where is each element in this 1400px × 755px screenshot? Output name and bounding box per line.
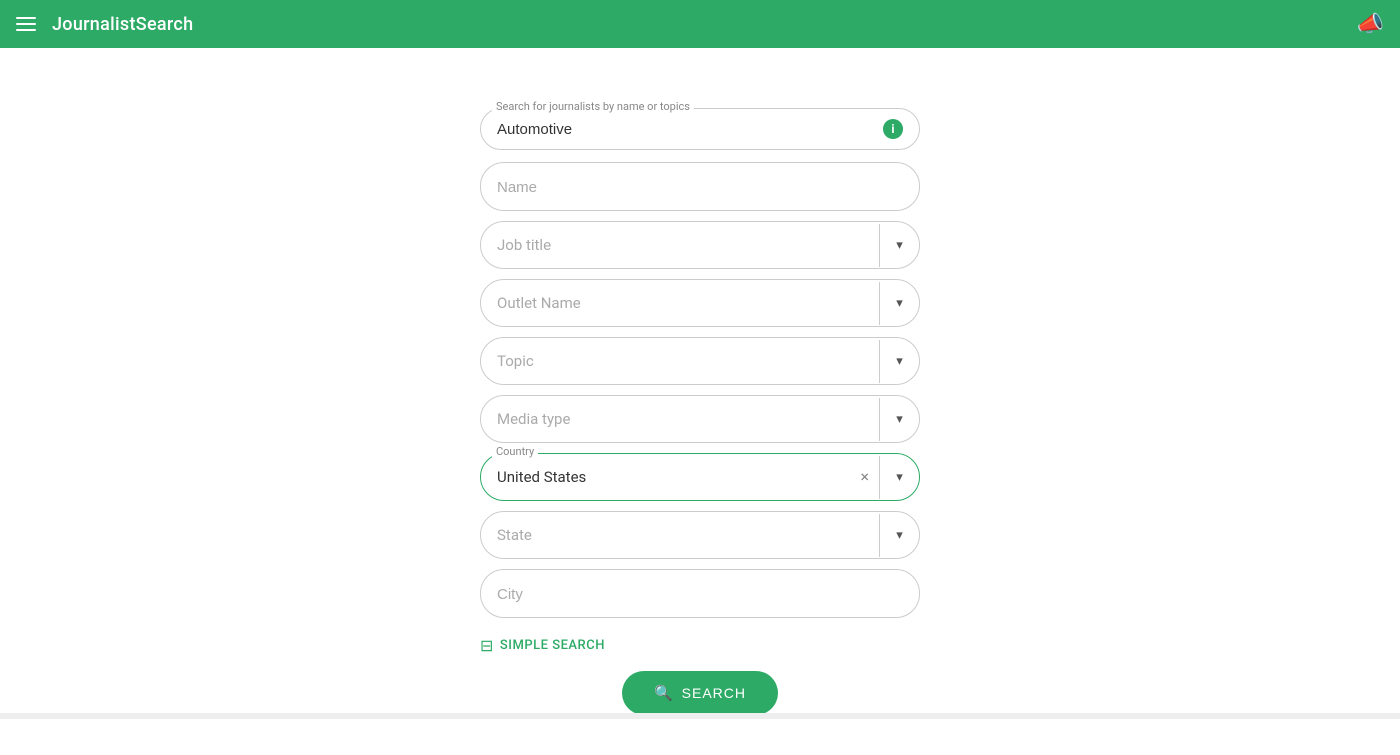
outlet-name-dropdown[interactable]: Outlet Name ▾	[480, 279, 920, 327]
country-wrapper: United States × ▾	[480, 453, 920, 501]
job-title-label: Job title	[481, 222, 879, 268]
simple-search-label: SIMPLE SEARCH	[500, 638, 605, 653]
search-field-label: Search for journalists by name or topics	[492, 100, 694, 113]
search-button[interactable]: 🔍 SEARCH	[622, 671, 778, 715]
app-title: JournalistSearch	[52, 14, 193, 35]
search-button-label: SEARCH	[682, 685, 746, 701]
state-dropdown[interactable]: State ▾	[480, 511, 920, 559]
country-label: Country	[492, 445, 538, 458]
topic-label: Topic	[481, 338, 879, 384]
country-value[interactable]: United States	[481, 454, 850, 500]
main-content: Search for journalists by name or topics…	[0, 48, 1400, 755]
state-chevron[interactable]: ▾	[879, 514, 919, 557]
info-badge[interactable]: i	[883, 119, 903, 139]
app-header: JournalistSearch 📣	[0, 0, 1400, 48]
topic-chevron[interactable]: ▾	[879, 340, 919, 383]
megaphone-icon[interactable]: 📣	[1357, 12, 1384, 37]
footer-bar	[0, 713, 1400, 719]
country-clear-button[interactable]: ×	[850, 469, 879, 485]
outlet-name-chevron[interactable]: ▾	[879, 282, 919, 325]
name-input-wrapper	[480, 162, 920, 211]
search-button-icon: 🔍	[654, 684, 674, 702]
main-search-input[interactable]	[497, 121, 883, 138]
media-type-label: Media type	[481, 396, 879, 442]
topic-dropdown[interactable]: Topic ▾	[480, 337, 920, 385]
country-group: Country United States × ▾	[480, 453, 920, 501]
main-search-group: Search for journalists by name or topics…	[480, 108, 920, 150]
search-input-wrapper: i	[480, 108, 920, 150]
simple-search-icon: ⊟	[480, 636, 494, 655]
country-chevron[interactable]: ▾	[879, 456, 919, 499]
search-form: Search for journalists by name or topics…	[480, 108, 920, 715]
menu-button[interactable]	[16, 17, 36, 31]
outlet-name-label: Outlet Name	[481, 280, 879, 326]
job-title-chevron[interactable]: ▾	[879, 224, 919, 267]
simple-search-link[interactable]: ⊟ SIMPLE SEARCH	[480, 636, 920, 655]
city-input[interactable]	[497, 586, 903, 603]
name-input[interactable]	[497, 179, 903, 196]
header-left: JournalistSearch	[16, 14, 193, 35]
media-type-chevron[interactable]: ▾	[879, 398, 919, 441]
city-input-wrapper	[480, 569, 920, 618]
state-label: State	[481, 512, 879, 558]
media-type-dropdown[interactable]: Media type ▾	[480, 395, 920, 443]
job-title-dropdown[interactable]: Job title ▾	[480, 221, 920, 269]
